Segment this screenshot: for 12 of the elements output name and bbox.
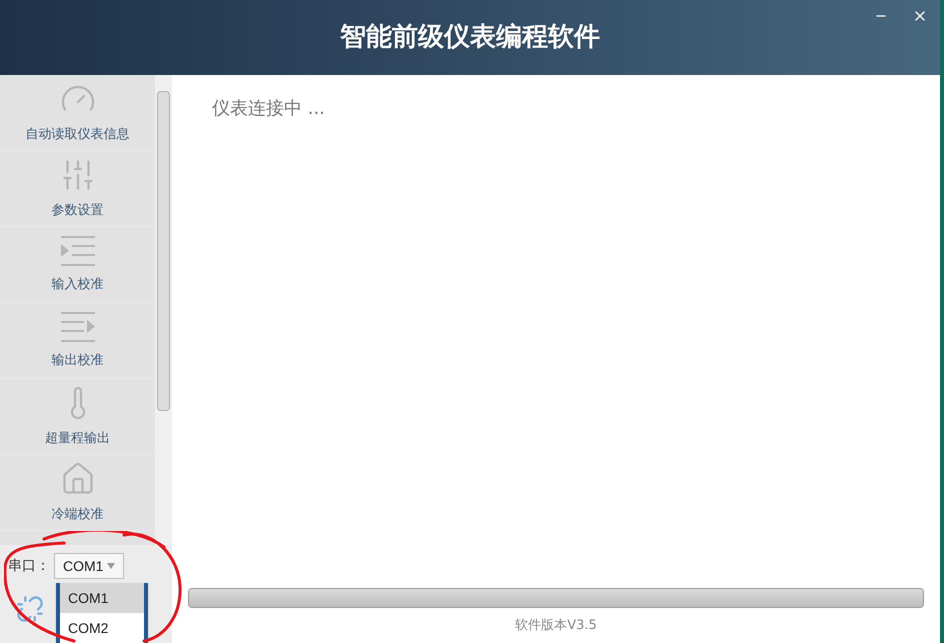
outdent-list-icon — [60, 310, 96, 343]
broken-link-icon[interactable] — [16, 595, 44, 623]
connection-status: 仪表连接中 ... — [212, 97, 326, 121]
caret-icon — [107, 563, 115, 569]
dropdown-option[interactable]: COM2 — [60, 613, 144, 643]
dropdown-option[interactable]: COM1 — [60, 583, 144, 613]
window-title: 智能前级仪表编程软件 — [340, 21, 600, 54]
serial-port-label: 串口： — [8, 556, 50, 576]
indent-list-icon — [60, 234, 96, 267]
serial-port-select[interactable]: COM1 — [54, 553, 124, 579]
version-text: 软件版本V3.5 — [515, 616, 597, 634]
scrollbar[interactable] — [155, 75, 172, 545]
